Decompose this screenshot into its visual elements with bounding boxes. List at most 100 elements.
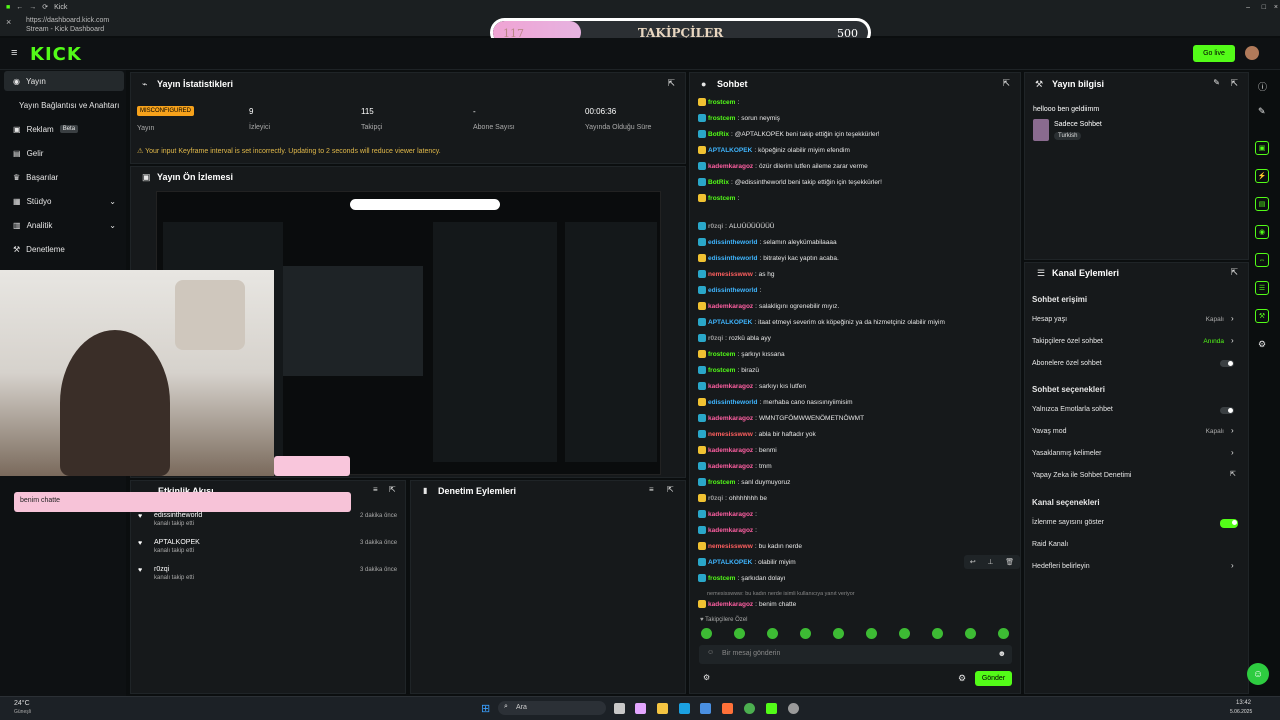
chat-username[interactable]: BotRix	[708, 131, 729, 138]
sidebar-item-studyo[interactable]: ▦ Stüdyo ⌄	[4, 191, 124, 211]
emote-icon[interactable]	[701, 628, 712, 639]
chat-message[interactable]: kademkaragoz: sarkıyı kıs lutfen	[698, 382, 806, 390]
show-viewers-toggle[interactable]	[1220, 519, 1238, 528]
rail-button-doc[interactable]: ▤	[1255, 197, 1269, 211]
chat-username[interactable]: kademkaragoz	[708, 415, 753, 422]
subs-chat-toggle[interactable]	[1220, 360, 1234, 367]
sidebar-item-denetleme[interactable]: ⚒ Denetleme	[4, 239, 124, 259]
popout-icon[interactable]: ⇱	[389, 485, 396, 494]
chat-message[interactable]: APTALKOPEK: itaat etmeyi severim ok köpeğ…	[698, 318, 945, 326]
chevron-right-icon[interactable]: ›	[1231, 426, 1234, 435]
close-icon[interactable]: ×	[1274, 4, 1278, 11]
popout-icon[interactable]: ⇱	[1230, 267, 1238, 278]
emote-icon[interactable]	[965, 628, 976, 639]
chat-username[interactable]: r0zqi	[708, 495, 723, 502]
go-live-button[interactable]: Go live	[1193, 45, 1235, 62]
slow-mode-value[interactable]: Kapalı	[1206, 428, 1224, 435]
chat-username[interactable]: kademkaragoz	[708, 163, 753, 170]
chat-username[interactable]: nemesisswww	[708, 431, 753, 438]
chat-message[interactable]: frostcem: birazü	[698, 366, 759, 374]
sidebar-item-yayin[interactable]: ◉ Yayın	[4, 71, 124, 91]
chat-username[interactable]: edissintheworld	[708, 287, 757, 294]
chat-username[interactable]: r0zqi	[708, 223, 723, 230]
chat-message[interactable]: kademkaragoz: benmi	[698, 446, 777, 454]
chat-message[interactable]: kademkaragoz: tmm	[698, 462, 772, 470]
chat-message[interactable]: edissintheworld:	[698, 286, 763, 294]
store-icon[interactable]	[700, 703, 711, 714]
chat-username[interactable]: frostcem	[708, 115, 735, 122]
chat-message[interactable]: BotRix: @edissintheworld beni takip ettiğ…	[698, 178, 882, 186]
filter-icon[interactable]: ≡	[373, 485, 378, 494]
help-chat-button[interactable]: ☺	[1247, 663, 1269, 685]
filter-icon[interactable]: ≡	[649, 485, 654, 494]
settings-icon[interactable]: ⚙	[1258, 339, 1266, 350]
account-age-value[interactable]: Kapalı	[1206, 316, 1224, 323]
chat-username[interactable]: frostcem	[708, 99, 735, 106]
chat-username[interactable]: frostcem	[708, 367, 735, 374]
minimize-icon[interactable]: –	[1246, 4, 1250, 11]
chevron-right-icon[interactable]: ›	[1231, 336, 1234, 345]
user-avatar[interactable]	[1245, 46, 1259, 60]
rail-button-link[interactable]: ⇔	[1255, 253, 1269, 267]
chat-message[interactable]: APTALKOPEK: olabilir miyim	[698, 558, 796, 566]
chat-username[interactable]: APTALKOPEK	[708, 559, 752, 566]
chat-message[interactable]: edissintheworld: selamın aleykümabilaaaa	[698, 238, 837, 246]
chat-username[interactable]: BotRix	[708, 179, 729, 186]
chat-username[interactable]: frostcem	[708, 479, 735, 486]
chat-username[interactable]: kademkaragoz	[708, 601, 753, 608]
file-explorer-icon[interactable]	[657, 703, 668, 714]
sidebar-item-basarilar[interactable]: ♛ Başarılar	[4, 167, 124, 187]
chat-message[interactable]: r0zqi: ALUÜÜÜÜÜÜÜ	[698, 222, 775, 230]
chat-message[interactable]: frostcem: şarkıdan dolayı	[698, 574, 785, 582]
chat-message[interactable]: kademkaragoz: salakligını ogrenebilir mıy…	[698, 302, 839, 310]
copilot-icon[interactable]	[635, 703, 646, 714]
chat-message[interactable]: edissintheworld: bitrateyi kac yaptın aca…	[698, 254, 839, 262]
chat-username[interactable]: nemesisswww	[708, 543, 753, 550]
chat-message[interactable]: frostcem: şarkıyı kıssana	[698, 350, 785, 358]
chevron-right-icon[interactable]: ›	[1231, 314, 1234, 323]
external-link-icon[interactable]: ⇱	[1230, 470, 1236, 478]
kick-app-icon[interactable]	[766, 703, 777, 714]
chat-username[interactable]: nemesisswww	[708, 271, 753, 278]
emote-only-toggle[interactable]	[1220, 407, 1234, 414]
close-tab-icon[interactable]: ×	[6, 18, 11, 27]
settings-icon[interactable]: ⚙	[958, 673, 966, 684]
sidebar-item-reklam[interactable]: ▣ Reklam Beta	[4, 119, 124, 139]
emote-icon[interactable]	[734, 628, 745, 639]
rail-button-chat[interactable]: ◉	[1255, 225, 1269, 239]
chat-username[interactable]: kademkaragoz	[708, 511, 753, 518]
chat-username[interactable]: frostcem	[708, 351, 735, 358]
emoji-icon[interactable]: ☺	[707, 649, 714, 656]
chat-message[interactable]: kademkaragoz: özür dilerim lutfen aileme …	[698, 162, 868, 170]
chat-username[interactable]: edissintheworld	[708, 239, 757, 246]
rail-button-camera[interactable]: ▣	[1255, 141, 1269, 155]
delete-icon[interactable]: 🗑	[1005, 558, 1014, 566]
rail-button-tool[interactable]: ⚒	[1255, 309, 1269, 323]
chat-username[interactable]: kademkaragoz	[708, 447, 753, 454]
maximize-icon[interactable]: □	[1262, 4, 1266, 11]
emote-icon[interactable]	[866, 628, 877, 639]
edit-icon[interactable]: ✎	[1258, 106, 1266, 117]
reply-icon[interactable]: ↩	[970, 558, 976, 566]
menu-icon[interactable]: ≡	[11, 47, 17, 59]
emote-icon[interactable]	[800, 628, 811, 639]
chat-username[interactable]: frostcem	[708, 575, 735, 582]
chat-message[interactable]: BotRix: @APTALKOPEK beni takip ettiğin iç…	[698, 130, 880, 138]
emote-picker-icon[interactable]: ☻	[998, 649, 1006, 658]
ai-moderation-label[interactable]: Yapay Zeka ile Sohbet Denetimi	[1032, 472, 1131, 479]
obs-icon[interactable]	[788, 703, 799, 714]
edit-icon[interactable]: ✎	[1213, 78, 1220, 87]
send-button[interactable]: Gönder	[975, 671, 1012, 686]
popout-icon[interactable]: ⇱	[667, 78, 675, 89]
chat-message[interactable]: r0zqi: ohhhhhhh be	[698, 494, 767, 502]
mod-tools-icon[interactable]: ⚙	[703, 673, 710, 682]
emote-icon[interactable]	[767, 628, 778, 639]
chat-message[interactable]: frostcem: sorun neymiş	[698, 114, 780, 122]
edge-icon[interactable]	[679, 703, 690, 714]
emote-icon[interactable]	[833, 628, 844, 639]
sidebar-item-gelir[interactable]: ▤ Gelir	[4, 143, 124, 163]
task-view-icon[interactable]	[614, 703, 625, 714]
pin-icon[interactable]: ⊥	[987, 558, 993, 566]
emote-icon[interactable]	[998, 628, 1009, 639]
popout-icon[interactable]: ⇱	[1230, 78, 1238, 89]
